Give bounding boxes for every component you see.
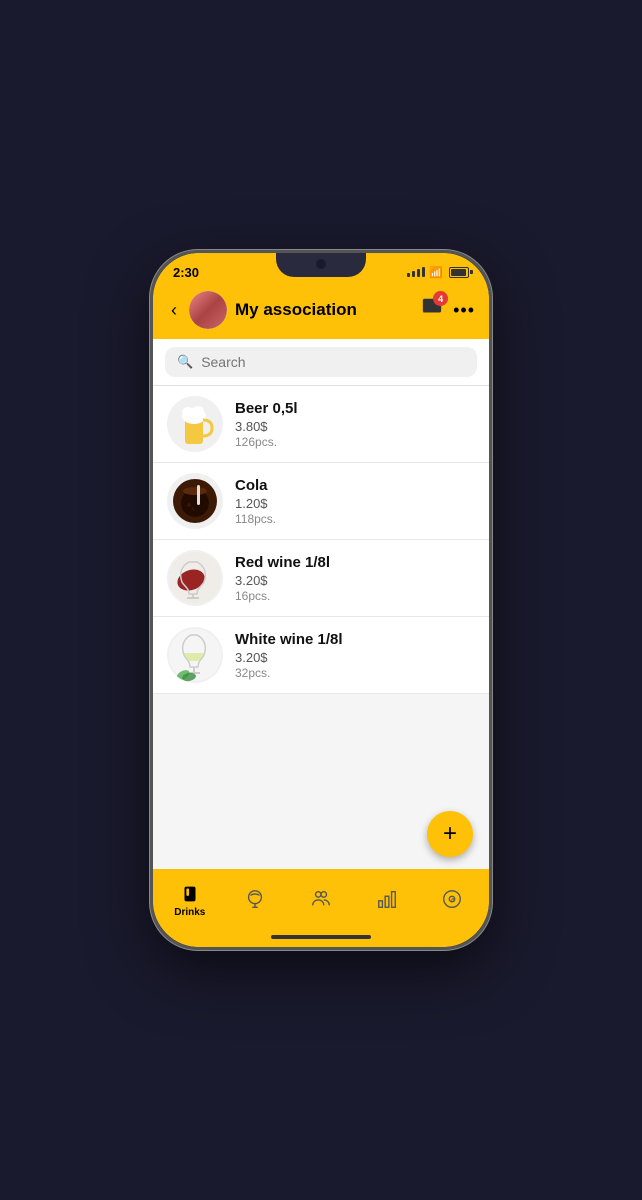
notification-button[interactable]: 4 [421,296,443,324]
notch [276,253,366,277]
avatar [189,291,227,329]
fab-container: + [153,809,489,869]
camera [316,259,326,269]
nav-item-stats[interactable] [354,882,420,918]
product-info-white-wine: White wine 1/8l 3.20$ 32pcs. [235,631,475,680]
header-icons: 4 ••• [421,296,475,324]
product-price: 3.20$ [235,650,475,665]
product-image-cola [167,473,223,529]
product-price: 3.80$ [235,419,475,434]
content-spacer [153,694,489,774]
list-item[interactable]: Cola 1.20$ 118pcs. [153,463,489,540]
list-item[interactable]: White wine 1/8l 3.20$ 32pcs. [153,617,489,694]
product-qty: 32pcs. [235,666,475,680]
add-button[interactable]: + [427,811,473,857]
product-qty: 16pcs. [235,589,475,603]
stats-icon [376,888,398,910]
product-info-cola: Cola 1.20$ 118pcs. [235,477,475,526]
phone-screen: 2:30 📶 ‹ My association [153,253,489,947]
bottom-nav: Drinks [153,869,489,931]
home-bar [271,935,371,939]
battery-icon [449,267,469,278]
signal-icon [407,267,425,277]
product-image-beer [167,396,223,452]
list-item[interactable]: Red wine 1/8l 3.20$ 16pcs. [153,540,489,617]
search-icon: 🔍 [177,354,193,370]
avatar-image [189,291,227,329]
status-time: 2:30 [173,265,199,280]
product-image-white-wine [167,627,223,683]
product-price: 3.20$ [235,573,475,588]
nav-item-drinks[interactable]: Drinks [157,877,223,924]
nav-item-members[interactable] [288,882,354,918]
drinks-icon [179,883,201,905]
list-item[interactable]: Beer 0,5l 3.80$ 126pcs. [153,386,489,463]
nav-item-settings[interactable]: e [419,882,485,918]
nav-item-food[interactable] [223,882,289,918]
home-indicator [153,931,489,947]
product-name: Beer 0,5l [235,400,475,417]
food-icon [244,888,266,910]
product-qty: 118pcs. [235,512,475,526]
page-title: My association [235,300,413,320]
wifi-icon: 📶 [429,266,443,279]
header: ‹ My association 4 ••• [153,285,489,339]
product-info-red-wine: Red wine 1/8l 3.20$ 16pcs. [235,554,475,603]
product-price: 1.20$ [235,496,475,511]
back-button[interactable]: ‹ [167,298,181,323]
settings-icon: e [441,888,463,910]
search-input[interactable] [201,354,465,370]
product-qty: 126pcs. [235,435,475,449]
product-name: Cola [235,477,475,494]
search-box: 🔍 [165,347,477,377]
status-icons: 📶 [407,266,469,279]
phone-frame: 2:30 📶 ‹ My association [150,250,492,950]
members-icon [310,888,332,910]
nav-label-drinks: Drinks [174,907,205,918]
product-name: Red wine 1/8l [235,554,475,571]
product-info-beer: Beer 0,5l 3.80$ 126pcs. [235,400,475,449]
svg-text:e: e [451,895,455,904]
product-name: White wine 1/8l [235,631,475,648]
search-container: 🔍 [153,339,489,386]
product-list: Beer 0,5l 3.80$ 126pcs. [153,386,489,809]
more-button[interactable]: ••• [453,300,475,321]
product-image-red-wine [167,550,223,606]
notification-badge: 4 [433,291,448,306]
